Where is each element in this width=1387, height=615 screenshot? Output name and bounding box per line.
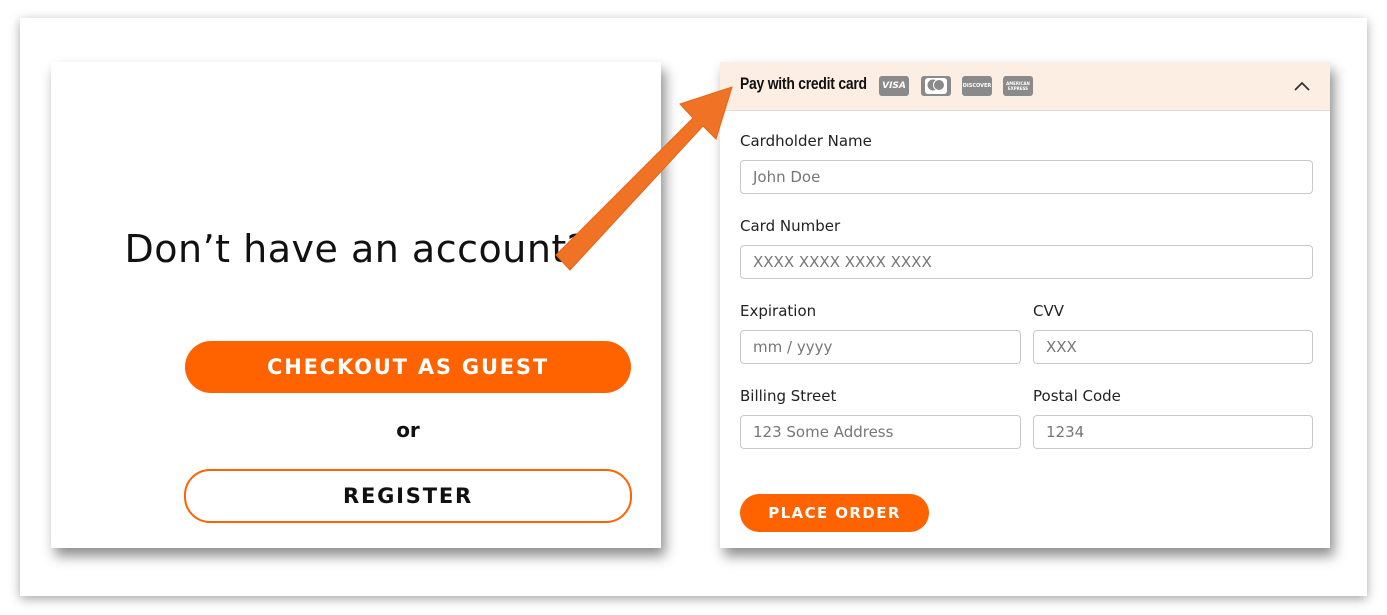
or-divider-text: or bbox=[396, 418, 420, 442]
postal-code-input[interactable]: 1234 bbox=[1033, 415, 1313, 449]
cardholder-name-input[interactable]: John Doe bbox=[740, 160, 1313, 194]
cvv-label: CVV bbox=[1033, 302, 1064, 320]
discover-icon: DISCOVER bbox=[962, 76, 992, 96]
payment-header[interactable]: Pay with credit card VISA DISCOVER AMERI… bbox=[720, 62, 1330, 111]
expiration-label: Expiration bbox=[740, 302, 817, 320]
cvv-input[interactable]: XXX bbox=[1033, 330, 1313, 364]
place-order-button[interactable]: PLACE ORDER bbox=[740, 494, 929, 532]
billing-street-input[interactable]: 123 Some Address bbox=[740, 415, 1021, 449]
account-heading: Don’t have an account? bbox=[124, 227, 588, 271]
cardholder-name-label: Cardholder Name bbox=[740, 132, 872, 150]
register-button[interactable]: REGISTER bbox=[184, 469, 632, 523]
chevron-up-icon[interactable] bbox=[1292, 76, 1312, 96]
account-card: Don’t have an account? CHECKOUT AS GUEST… bbox=[51, 62, 661, 548]
expiration-input[interactable]: mm / yyyy bbox=[740, 330, 1021, 364]
card-number-label: Card Number bbox=[740, 217, 841, 235]
checkout-as-guest-button[interactable]: CHECKOUT AS GUEST bbox=[185, 341, 631, 393]
payment-title: Pay with credit card bbox=[740, 74, 867, 93]
visa-icon: VISA bbox=[879, 76, 909, 96]
billing-street-label: Billing Street bbox=[740, 387, 837, 405]
amex-icon: AMERICAN EXPRESS bbox=[1003, 76, 1033, 96]
postal-code-label: Postal Code bbox=[1033, 387, 1121, 405]
card-number-input[interactable]: XXXX XXXX XXXX XXXX bbox=[740, 245, 1313, 279]
mastercard-icon bbox=[921, 76, 951, 96]
payment-card: Pay with credit card VISA DISCOVER AMERI… bbox=[720, 62, 1330, 548]
